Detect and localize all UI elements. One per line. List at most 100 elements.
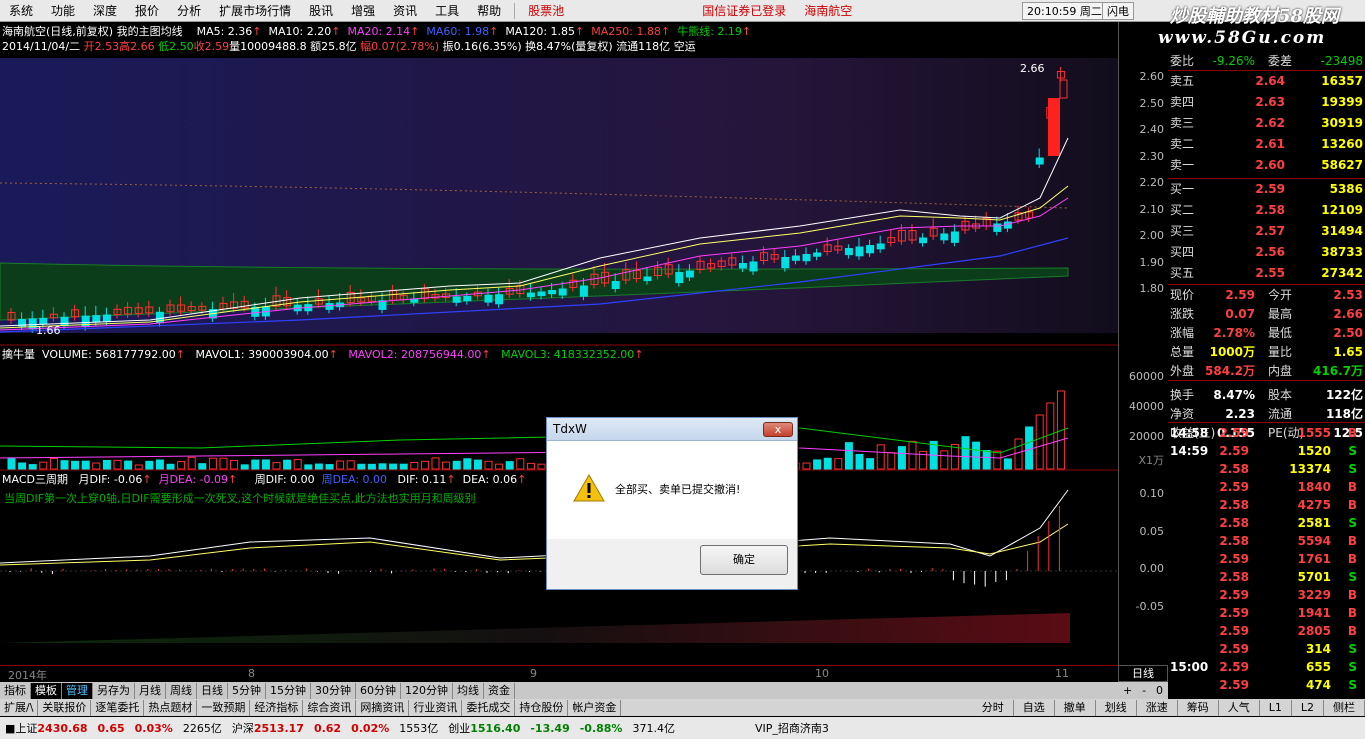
index-sz[interactable]: 沪深2513.17 (227, 720, 309, 736)
stat-row: 现价 2.59 今开 2.53 (1168, 286, 1365, 304)
toolbar-tab[interactable]: 月线 (135, 682, 166, 699)
nav-tab[interactable]: 关联报价 (38, 699, 92, 716)
volume-bar (537, 463, 546, 470)
nav-tab[interactable]: 网摘资讯 (356, 699, 410, 716)
tick-row: 2.59 1941 B (1168, 604, 1365, 622)
stat-row: 净资 2.23 流通 118亿 (1168, 405, 1365, 423)
menu-item[interactable]: 系统 (0, 0, 42, 22)
nav-right-tab[interactable]: 人气 (1219, 699, 1260, 716)
toolbar-tab[interactable]: 周线 (166, 682, 197, 699)
menu-item[interactable]: 报价 (126, 0, 168, 22)
tick-side: S (1348, 462, 1357, 476)
toolbar-tab[interactable]: 15分钟 (266, 682, 311, 699)
volume-bar (71, 460, 80, 470)
buy-label: 买三 (1170, 224, 1195, 238)
toolbar-tab[interactable]: 资金 (484, 682, 515, 699)
quote-panel: 委比 -9.26% 委差 -23498 卖五 2.64 16357 卖四 2.63 19399 卖三… (1168, 52, 1365, 716)
candle-body (802, 254, 811, 262)
tick-volume: 5594 (1297, 534, 1331, 548)
macd-month-area (0, 613, 1070, 643)
tick-volume: 1840 (1297, 480, 1331, 494)
toolbar-tab[interactable]: 指标 (0, 682, 31, 699)
nav-tab[interactable]: 热点题材 (144, 699, 198, 716)
volume-bar (251, 459, 260, 470)
nav-right-tab[interactable]: L2 (1292, 699, 1324, 716)
sell-row: 卖五 2.64 16357 (1168, 72, 1365, 90)
ok-button[interactable]: 确定 (700, 545, 788, 575)
menu-item[interactable]: 分析 (168, 0, 210, 22)
dialog-close-button[interactable]: x (763, 422, 793, 437)
stat-label: 涨幅 (1170, 326, 1195, 340)
nav-right-tab[interactable]: 划线 (1096, 699, 1137, 716)
menu-item[interactable]: 股讯 (300, 0, 342, 22)
menu-item[interactable]: 帮助 (468, 0, 510, 22)
nav-tab[interactable]: 帐户资金 (568, 699, 622, 716)
toolbar-tab[interactable]: 另存为 (93, 682, 135, 699)
stock-pool-button[interactable]: 股票池 (519, 0, 573, 22)
status-bar: ■上证2430.68 0.65 0.03% 2265亿 沪深2513.17 0.… (0, 717, 1365, 739)
menu-item[interactable]: 增强 (342, 0, 384, 22)
nav-tab[interactable]: 行业资讯 (409, 699, 463, 716)
nav-right-tab[interactable]: 撤单 (1055, 699, 1096, 716)
price-tick: 1.90 (1139, 255, 1165, 269)
stat-label: 最低 (1268, 326, 1293, 340)
volume-bar (92, 462, 101, 470)
nav-right-tab[interactable]: 分时 (973, 699, 1014, 716)
period-label[interactable]: 日线 (1118, 665, 1168, 682)
volume-bar (505, 461, 514, 470)
toolbar-tab[interactable]: 60分钟 (356, 682, 401, 699)
stat-row: 换手 8.47% 股本 122亿 (1168, 386, 1365, 404)
nav-right-tab[interactable]: 筹码 (1178, 699, 1219, 716)
menu-item[interactable]: 资讯 (384, 0, 426, 22)
volume-bar (230, 459, 239, 470)
index-sh[interactable]: ■上证2430.68 (0, 720, 93, 736)
price-tick: 2.00 (1139, 229, 1165, 242)
zoom-reset-button[interactable]: 0 (1156, 684, 1163, 697)
bar-bear: 空运 (673, 40, 696, 53)
tick-price: 2.58 (1219, 462, 1249, 476)
stat-value: 2.53 (1333, 288, 1363, 302)
toolbar-tab[interactable]: 120分钟 (401, 682, 453, 699)
nav-tab[interactable]: 一致预期 (197, 699, 251, 716)
tick-price: 2.59 (1219, 624, 1249, 638)
nav-tab[interactable]: 持仓股份 (515, 699, 569, 716)
nav-right-tab[interactable]: L1 (1260, 699, 1292, 716)
volume-bar (866, 458, 875, 470)
volume-bar (187, 456, 196, 470)
flash-button[interactable]: 闪电 (1102, 2, 1134, 20)
menu-item[interactable]: 工具 (426, 0, 468, 22)
sell-price: 2.60 (1255, 158, 1285, 172)
toolbar-tab[interactable]: 均线 (453, 682, 484, 699)
nav-right-tab[interactable]: 自选 (1014, 699, 1055, 716)
nav-tab[interactable]: 逐笔委托 (91, 699, 145, 716)
nav-tab[interactable]: 扩展/\ (0, 699, 39, 716)
index-cy[interactable]: 创业1516.40 (443, 720, 525, 736)
stat-label: 涨跌 (1170, 307, 1195, 321)
toolbar-tab[interactable]: 5分钟 (228, 682, 266, 699)
toolbar-tab[interactable]: 模板 (31, 682, 62, 699)
nav-right-tab[interactable]: 侧栏 (1324, 699, 1365, 716)
nav-tab[interactable]: 委托成交 (462, 699, 516, 716)
sell-label: 卖一 (1170, 158, 1195, 172)
volume-bar (166, 463, 175, 470)
sell-price: 2.64 (1255, 74, 1285, 88)
sell-label: 卖四 (1170, 95, 1195, 109)
volume-bar (102, 459, 111, 470)
menu-item[interactable]: 深度 (84, 0, 126, 22)
menu-item[interactable]: 功能 (42, 0, 84, 22)
stat-value: 122亿 (1325, 388, 1363, 402)
nav-tab[interactable]: 经济指标 (250, 699, 304, 716)
zoom-out-button[interactable]: - (1142, 684, 1146, 697)
zoom-in-button[interactable]: + (1123, 684, 1132, 697)
volume-bar (378, 463, 387, 470)
nav-right-tab[interactable]: 涨速 (1137, 699, 1178, 716)
volume-tick: 60000 (1129, 370, 1164, 383)
menu-item[interactable]: 扩展市场行情 (210, 0, 300, 22)
candle-body (643, 276, 652, 282)
nav-tab[interactable]: 综合资讯 (303, 699, 357, 716)
date-axis: 2014年 8 9 10 11 (0, 665, 1118, 682)
toolbar-tab[interactable]: 管理 (62, 682, 93, 699)
toolbar-tab[interactable]: 日线 (197, 682, 228, 699)
candle-body (1048, 98, 1060, 156)
toolbar-tab[interactable]: 30分钟 (311, 682, 356, 699)
